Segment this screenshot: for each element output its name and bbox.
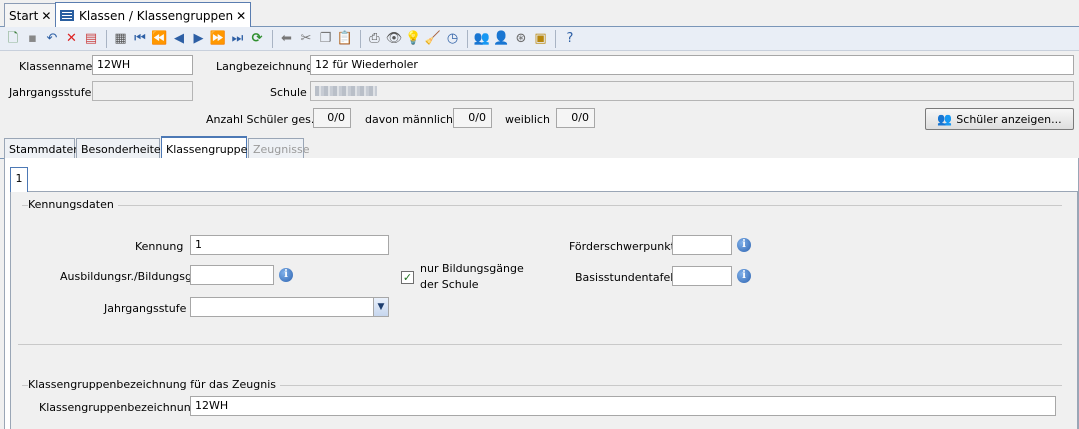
toolbar-separator xyxy=(467,29,468,48)
attachment-icon[interactable]: ⊛ xyxy=(512,30,530,48)
info-icon[interactable]: i xyxy=(737,238,751,252)
nur-bildungsgaenge-label-line2: der Schule xyxy=(420,278,479,291)
print-preview-icon[interactable]: ▦ xyxy=(112,30,130,48)
anzahl-schueler-label: Anzahl Schüler ges. xyxy=(206,113,315,126)
back-arrow-icon[interactable]: ⬅ xyxy=(278,30,296,48)
toolbar-separator xyxy=(271,29,273,48)
show-students-label: Schüler anzeigen... xyxy=(956,112,1062,126)
nur-bildungsgaenge-checkbox[interactable]: ✓ xyxy=(401,271,414,284)
clock-icon[interactable]: ◷ xyxy=(444,30,462,48)
broom-icon[interactable]: 🧹 xyxy=(424,30,442,48)
langbezeichnung-field[interactable]: 12 für Wiederholer xyxy=(310,55,1074,75)
basisstundentafel-label: Basisstundentafel xyxy=(575,271,674,284)
tab-besonderheiten-label: Besonderheiten xyxy=(81,142,168,156)
info-icon[interactable]: i xyxy=(279,268,293,282)
first-icon[interactable]: ⏮ xyxy=(131,30,149,48)
toolbar-separator xyxy=(105,29,107,48)
help-icon[interactable]: ? xyxy=(561,30,579,48)
nur-bildungsgaenge-label-line1: nur Bildungsgänge xyxy=(420,262,524,275)
copy-icon[interactable]: ❐ xyxy=(317,30,335,48)
prev-page-icon[interactable]: ⏪ xyxy=(151,30,169,48)
kennung-label: Kennung xyxy=(135,240,184,253)
zeugnis-group-title: Klassengruppenbezeichnung für das Zeugni… xyxy=(28,378,280,391)
undo-icon[interactable]: ↶ xyxy=(43,30,61,48)
lightbulb-icon[interactable]: 💡 xyxy=(405,30,423,48)
close-icon[interactable]: ✕ xyxy=(41,9,51,23)
close-icon[interactable]: ✕ xyxy=(236,9,246,23)
next-icon[interactable]: ▶ xyxy=(190,30,208,48)
tab-zeugnisse-label: Zeugnisse xyxy=(253,142,310,156)
jahrgangsstufe-select[interactable] xyxy=(190,297,389,317)
chevron-down-icon[interactable]: ▼ xyxy=(373,298,388,316)
ausbildung-field[interactable] xyxy=(190,265,274,285)
klassenname-field[interactable]: 12WH xyxy=(92,55,193,75)
schule-field xyxy=(310,81,1074,101)
tab-start[interactable]: Start ✕ xyxy=(4,3,57,27)
anzahl-schueler-value: 0/0 xyxy=(313,108,351,128)
delete-icon[interactable]: ✕ xyxy=(63,30,81,48)
table-icon xyxy=(60,10,74,21)
weiblich-value: 0/0 xyxy=(556,108,595,128)
tab-zeugnisse: Zeugnisse xyxy=(248,138,310,159)
cut-icon[interactable]: ✂ xyxy=(297,30,315,48)
maennlich-label: davon männlich xyxy=(365,113,453,126)
tab-besonderheiten[interactable]: Besonderheiten xyxy=(76,138,168,159)
jahrgangsstufe-label: Jahrgangsstufe xyxy=(9,86,92,99)
tab-stammdaten[interactable]: Stammdaten xyxy=(4,138,80,159)
info-icon[interactable]: i xyxy=(737,269,751,283)
document-tab-bar: Start ✕ Klassen / Klassengruppen ✕ xyxy=(0,0,1079,28)
tab-klassen-label: Klassen / Klassengruppen xyxy=(79,8,234,23)
group-divider xyxy=(18,344,1062,345)
jahrgangsstufe-group-label: Jahrgangsstufe xyxy=(104,302,187,315)
langbezeichnung-label: Langbezeichnung xyxy=(216,60,314,73)
show-students-button[interactable]: 👥 Schüler anzeigen... xyxy=(925,108,1074,130)
prev-icon[interactable]: ◀ xyxy=(170,30,188,48)
report-icon[interactable]: ▣ xyxy=(532,30,550,48)
foerderschwerpunkt-label: Förderschwerpunkt xyxy=(569,240,675,253)
group-divider xyxy=(22,205,1062,206)
ausbildung-label: Ausbildungsr./Bildungsg. xyxy=(60,270,196,283)
tab-start-label: Start xyxy=(9,8,39,23)
new-icon[interactable]: 🗋 xyxy=(4,30,22,48)
eye-icon[interactable]: 👁 xyxy=(385,30,403,48)
kennungsdaten-title: Kennungsdaten xyxy=(28,198,118,211)
toolbar: 🗋 ▪ ↶ ✕ ▤ ▦ ⏮ ⏪ ◀ ▶ ⏩ ⏭ ⟳ ⬅ ✂ ❐ 📋 ⎙ 👁 💡 … xyxy=(0,27,1079,51)
print-icon[interactable]: ⎙ xyxy=(366,30,384,48)
export-icon[interactable]: ▤ xyxy=(82,30,100,48)
tab-gruppe-1[interactable]: 1 xyxy=(10,167,28,192)
users-icon: 👥 xyxy=(937,112,953,126)
last-icon[interactable]: ⏭ xyxy=(229,30,247,48)
users-icon[interactable]: 👥 xyxy=(473,30,491,48)
schule-label: Schule xyxy=(270,86,307,99)
maennlich-value: 0/0 xyxy=(453,108,492,128)
tab-klassengruppen-label: Klassengruppen xyxy=(166,142,255,156)
weiblich-label: weiblich xyxy=(505,113,550,126)
tab-stammdaten-label: Stammdaten xyxy=(9,142,81,156)
toolbar-separator xyxy=(555,29,556,48)
tab-gruppe-1-label: 1 xyxy=(15,172,23,185)
blurred-school-name xyxy=(315,86,377,96)
kennung-field[interactable]: 1 xyxy=(190,235,389,255)
klassengruppenbezeichnung-field[interactable]: 12WH xyxy=(190,396,1056,416)
paste-icon[interactable]: 📋 xyxy=(336,30,354,48)
section-tab-bar: Stammdaten Besonderheiten Klassengruppen… xyxy=(0,136,1079,160)
refresh-icon[interactable]: ⟳ xyxy=(248,30,266,48)
klassengruppenbezeichnung-label: Klassengruppenbezeichnung xyxy=(39,401,198,414)
save-icon[interactable]: ▪ xyxy=(24,30,42,48)
klassenname-label: Klassenname xyxy=(19,60,93,73)
toolbar-separator xyxy=(359,29,361,48)
user-gray-icon[interactable]: 👤 xyxy=(493,30,511,48)
basisstundentafel-field[interactable] xyxy=(672,266,732,286)
tab-klassengruppen[interactable]: Klassengruppen xyxy=(161,136,254,160)
jahrgangsstufe-field xyxy=(92,81,193,101)
tab-klassen[interactable]: Klassen / Klassengruppen ✕ xyxy=(55,2,252,28)
foerderschwerpunkt-field[interactable] xyxy=(672,235,732,255)
next-page-icon[interactable]: ⏩ xyxy=(209,30,227,48)
